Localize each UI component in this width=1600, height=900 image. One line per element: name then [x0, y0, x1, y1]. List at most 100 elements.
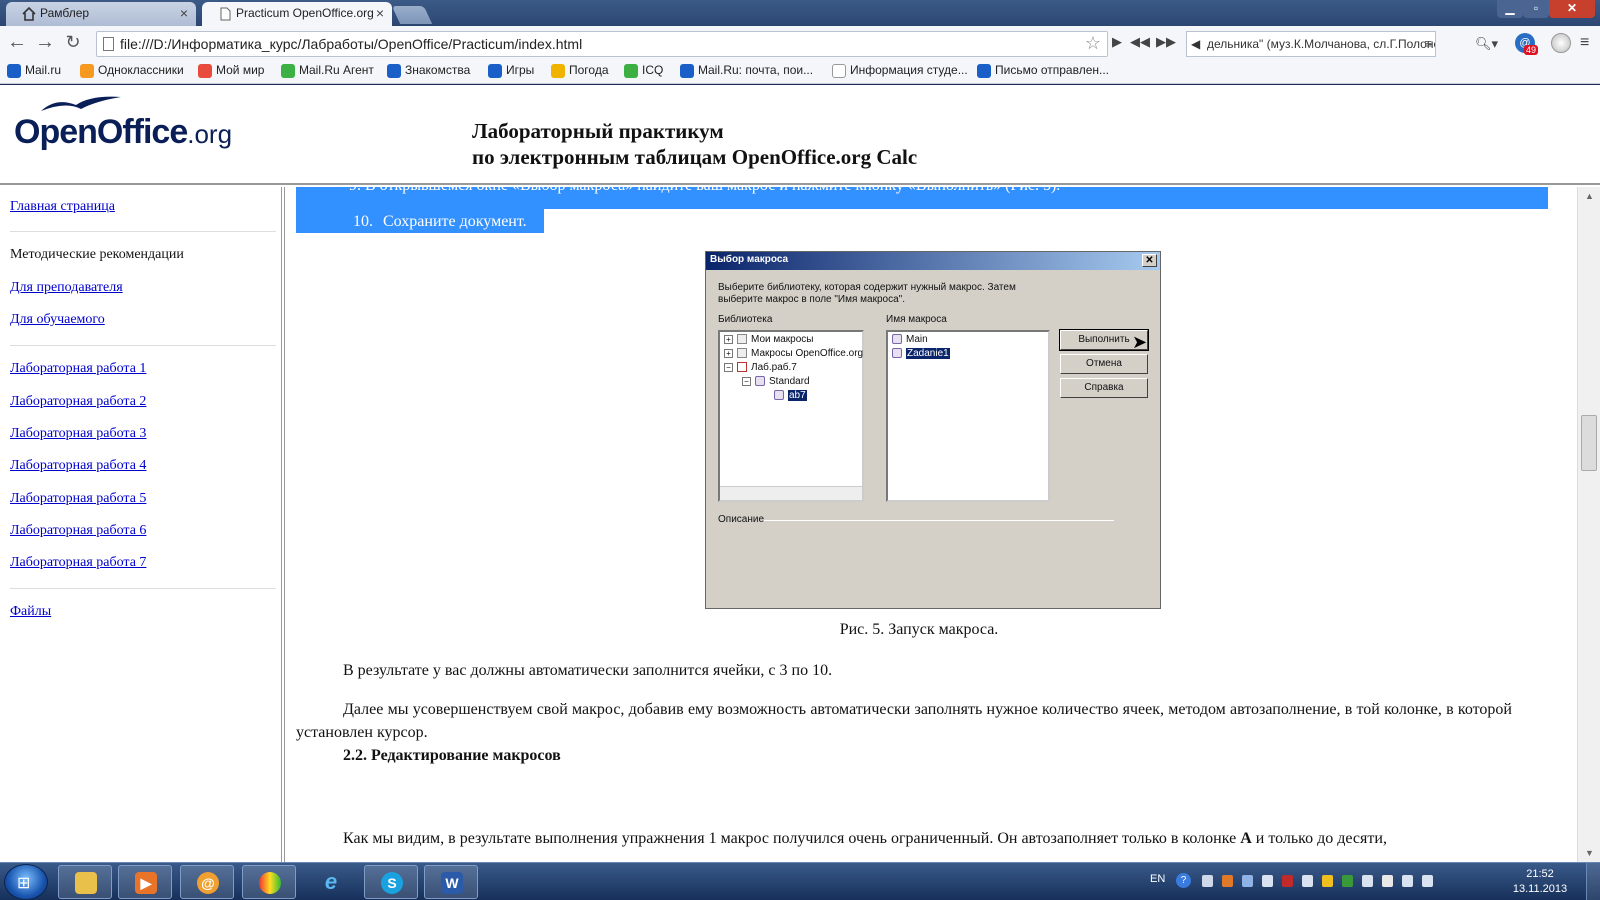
- word-taskbar-button[interactable]: W: [424, 865, 478, 899]
- module-icon: [774, 390, 784, 401]
- tab-strip: Рамблер × Practicum OpenOffice.org × ▁ ▫…: [0, 0, 1600, 26]
- bookmark-item[interactable]: Mail.Ru Агент: [281, 63, 374, 78]
- tree-item: + Мои макросы: [724, 334, 814, 345]
- tray-app-icon[interactable]: [1322, 875, 1333, 887]
- extension-icon[interactable]: [1551, 33, 1571, 53]
- paragraph: Далее мы усовершенствуем свой макрос, до…: [296, 701, 1512, 741]
- sidebar-item-lab7[interactable]: Лабораторная работа 7: [10, 555, 146, 571]
- bookmark-item[interactable]: Письмо отправлен...: [977, 63, 1109, 78]
- sidebar-item-lab4[interactable]: Лабораторная работа 4: [10, 458, 146, 474]
- sidebar-item-student[interactable]: Для обучаемого: [10, 312, 105, 328]
- divider: [10, 588, 276, 589]
- internet-explorer-taskbar-button[interactable]: e: [304, 865, 358, 899]
- play-icon[interactable]: ▶: [1112, 34, 1122, 50]
- bookmark-item[interactable]: Игры: [488, 63, 534, 78]
- sidebar-item-lab2[interactable]: Лабораторная работа 2: [10, 394, 146, 410]
- help-icon[interactable]: ?: [1176, 873, 1191, 888]
- media-player-icon: ▶: [135, 872, 157, 894]
- sidebar-item-lab1[interactable]: Лабораторная работа 1: [10, 361, 146, 377]
- sidebar-heading: Методические рекомендации: [10, 247, 184, 262]
- gulls-logo-icon: [41, 96, 121, 111]
- close-window-button[interactable]: ✕: [1549, 0, 1595, 18]
- bookmark-item[interactable]: Информация студе...: [832, 63, 968, 78]
- library-label: Библиотека: [718, 314, 773, 325]
- close-icon[interactable]: ×: [376, 5, 384, 21]
- figure-caption: Рис. 5. Запуск макроса.: [839, 621, 999, 638]
- menu-icon[interactable]: ≡: [1580, 34, 1589, 52]
- media-player-taskbar-button[interactable]: ▶: [118, 865, 172, 899]
- close-icon[interactable]: ×: [180, 5, 188, 21]
- speaker-icon[interactable]: ◀: [1191, 37, 1200, 51]
- scroll-up-icon[interactable]: ▲: [1585, 191, 1594, 201]
- flag-icon[interactable]: [1262, 875, 1273, 887]
- previous-icon[interactable]: ◀◀: [1130, 34, 1150, 50]
- sidebar-item-lab5[interactable]: Лабораторная работа 5: [10, 491, 146, 507]
- sidebar-item-lab3[interactable]: Лабораторная работа 3: [10, 426, 146, 442]
- maximize-button[interactable]: ▫: [1523, 0, 1549, 18]
- odnoklassniki-icon: [80, 64, 94, 78]
- tray-app-icon[interactable]: [1362, 875, 1373, 887]
- playlist-icon[interactable]: ≡: [1424, 36, 1432, 51]
- media-player-bar: ▶ ◀◀ ▶▶ ◀ дельника" (муз.К.Молчанова, сл…: [1112, 31, 1470, 57]
- scroll-thumb[interactable]: [1581, 415, 1597, 471]
- language-indicator[interactable]: EN: [1150, 873, 1165, 885]
- tab-practicum[interactable]: Practicum OpenOffice.org ×: [202, 2, 392, 26]
- keyboard-icon[interactable]: [1302, 875, 1313, 887]
- sidebar-item-teacher[interactable]: Для преподавателя: [10, 280, 123, 296]
- tab-label: Рамблер: [40, 6, 90, 20]
- bookmark-item[interactable]: Мой мир: [198, 63, 264, 78]
- media-title[interactable]: ◀ дельника" (муз.К.Молчанова, сл.Г.Полон…: [1186, 31, 1436, 57]
- tray-app-icon[interactable]: [1282, 875, 1293, 887]
- folder-icon: [737, 334, 747, 345]
- dialog-instruction: Выберите библиотеку, которая содержит ну…: [718, 282, 1016, 305]
- sidebar-item-files[interactable]: Файлы: [10, 604, 51, 620]
- horizontal-scrollbar: [720, 486, 862, 500]
- forward-button[interactable]: →: [34, 32, 56, 54]
- scroll-down-icon[interactable]: ▼: [1585, 848, 1594, 858]
- skype-taskbar-button[interactable]: S: [364, 865, 418, 899]
- reload-button[interactable]: ↻: [62, 32, 84, 54]
- sidebar-item-home[interactable]: Главная страница: [10, 199, 115, 215]
- close-icon: ✕: [1142, 254, 1157, 267]
- search-icon[interactable]: 🔍︎▾: [1475, 36, 1498, 52]
- show-desktop-button[interactable]: [1586, 863, 1600, 900]
- bookmark-item[interactable]: ICQ: [624, 63, 663, 78]
- battery-icon[interactable]: [1382, 875, 1393, 887]
- new-tab-button[interactable]: [391, 6, 433, 24]
- bookmark-item[interactable]: Одноклассники: [80, 63, 184, 78]
- network-icon[interactable]: [1402, 875, 1413, 887]
- minimize-button[interactable]: ▁: [1497, 0, 1523, 18]
- bluetooth-icon[interactable]: [1242, 875, 1253, 887]
- bookmark-item[interactable]: Знакомства: [387, 63, 470, 78]
- windows-logo-icon: ⊞: [17, 875, 31, 892]
- next-icon[interactable]: ▶▶: [1156, 34, 1176, 50]
- address-bar[interactable]: file:///D:/Информатика_курс/Лабработы/Op…: [96, 31, 1108, 57]
- tray-app-icon[interactable]: [1202, 875, 1213, 887]
- tab-label: Practicum OpenOffice.org: [236, 6, 374, 20]
- home-icon: [22, 7, 36, 21]
- folder-icon: [737, 348, 747, 359]
- start-button[interactable]: ⊞: [4, 864, 48, 900]
- page-icon: [832, 64, 846, 78]
- vertical-scrollbar[interactable]: ▲ ▼: [1577, 187, 1600, 862]
- bookmark-item[interactable]: Mail.Ru: почта, пои...: [680, 63, 813, 78]
- sidebar-item-lab6[interactable]: Лабораторная работа 6: [10, 523, 146, 539]
- agent-icon: [281, 64, 295, 78]
- clock[interactable]: 21:52 13.11.2013: [1512, 867, 1568, 897]
- description-label: Описание: [718, 514, 765, 525]
- explorer-taskbar-button[interactable]: [58, 865, 112, 899]
- internet-explorer-icon: e: [324, 869, 338, 894]
- tray-app-icon[interactable]: [1222, 875, 1233, 887]
- volume-icon[interactable]: [1422, 875, 1433, 887]
- tree-item: + Макросы OpenOffice.org: [724, 348, 863, 359]
- skype-icon: S: [381, 872, 403, 894]
- bookmark-item[interactable]: Погода: [551, 63, 609, 78]
- tray-app-icon[interactable]: [1342, 875, 1353, 887]
- back-button[interactable]: ←: [6, 32, 28, 54]
- library-tree: + Мои макросы + Макросы OpenOffice.org − Ла…: [718, 330, 864, 502]
- bookmark-item[interactable]: Mail.ru: [7, 63, 61, 78]
- star-icon[interactable]: ☆: [1085, 33, 1101, 54]
- tab-rambler[interactable]: Рамблер ×: [6, 2, 196, 26]
- mail-agent-taskbar-button[interactable]: @: [180, 865, 234, 899]
- chrome-taskbar-button[interactable]: [242, 865, 296, 899]
